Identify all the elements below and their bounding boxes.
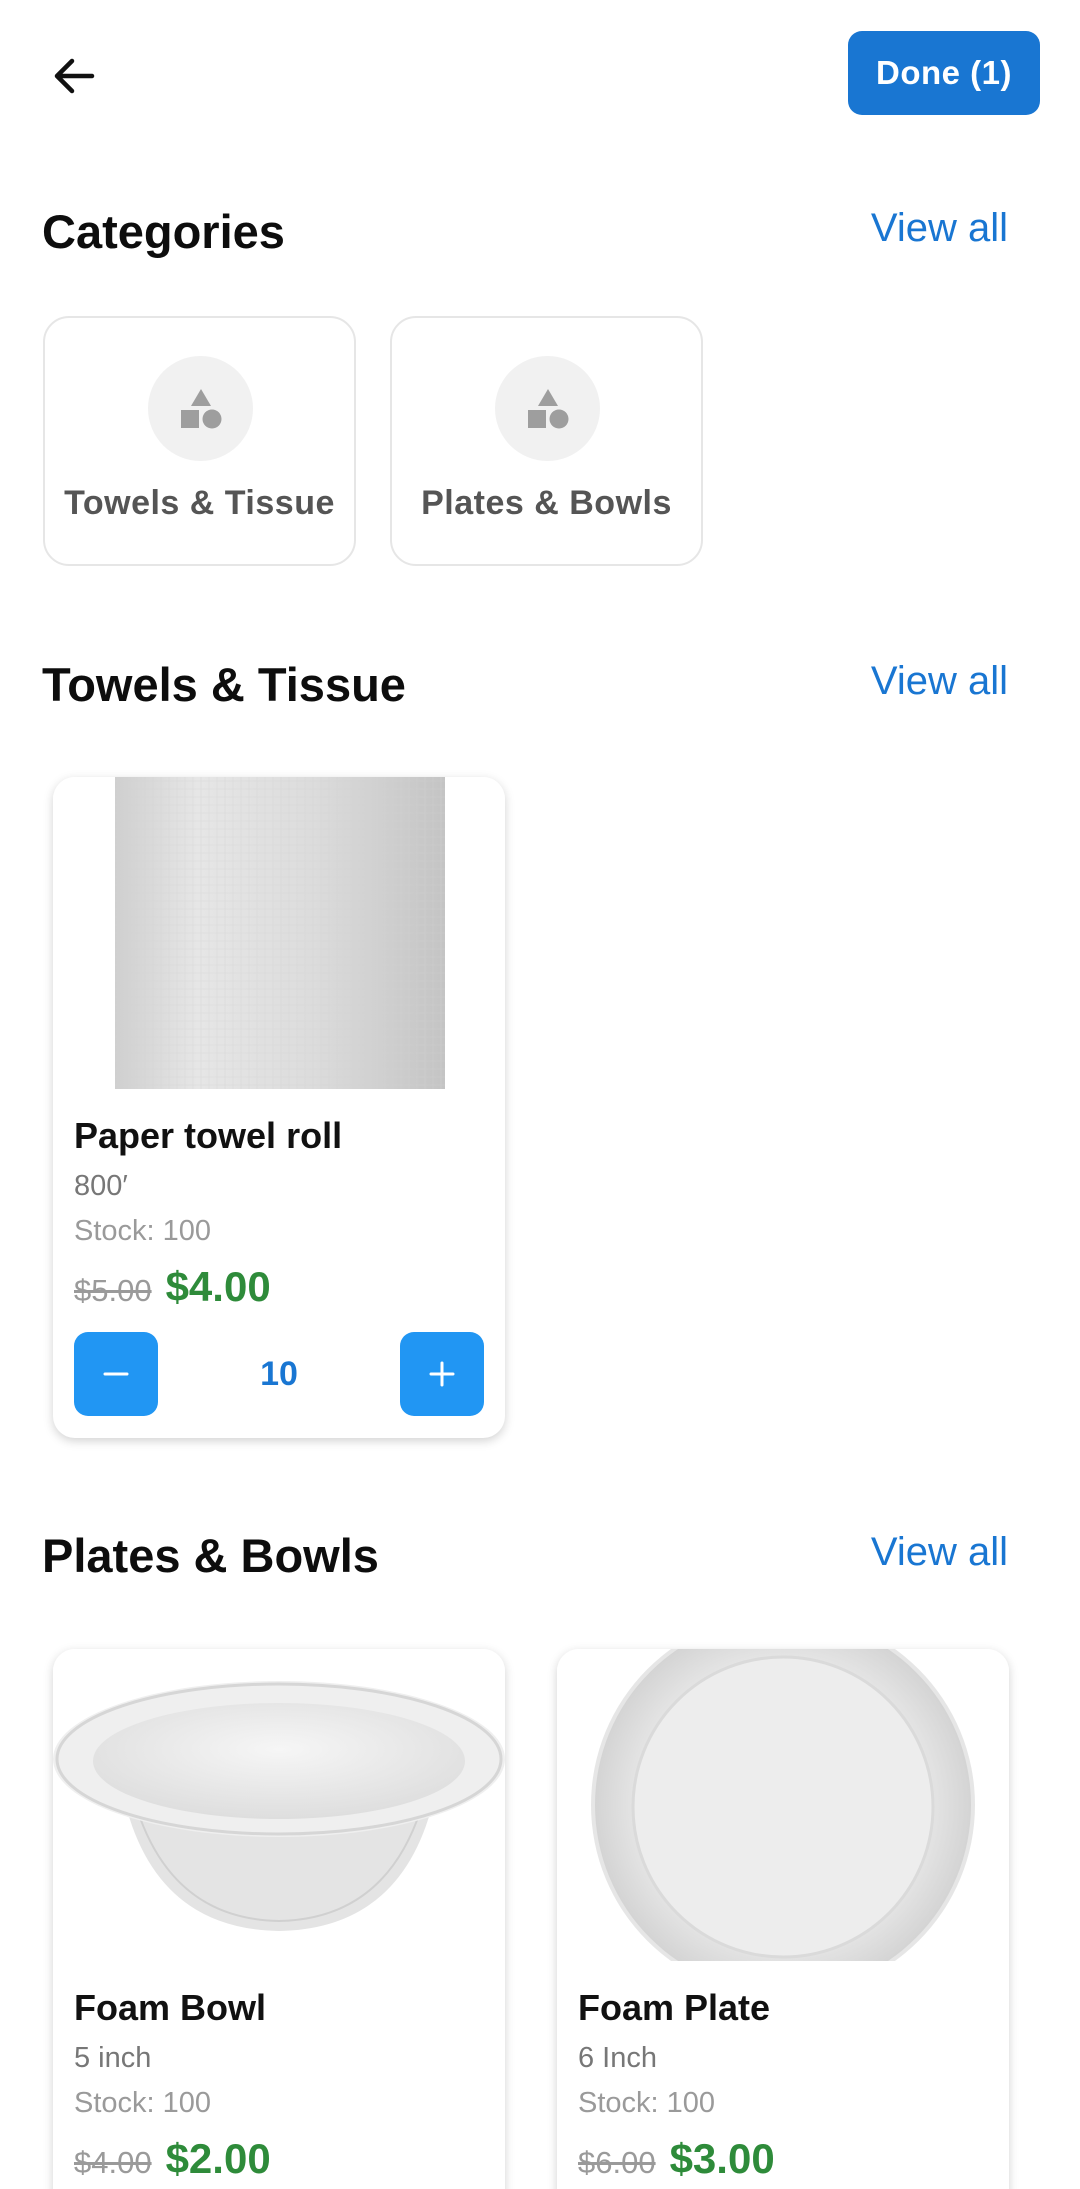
category-label: Towels & Tissue bbox=[64, 484, 335, 522]
minus-icon bbox=[103, 1372, 129, 1376]
decrease-quantity-button[interactable] bbox=[74, 1332, 158, 1416]
price-row: $5.00 $4.00 bbox=[74, 1263, 271, 1311]
plates-view-all-link[interactable]: View all bbox=[871, 1530, 1008, 1575]
sale-price: $4.00 bbox=[165, 1263, 271, 1310]
product-card-paper-towel-roll[interactable]: Paper towel roll 800′ Stock: 100 $5.00 $… bbox=[53, 777, 505, 1438]
product-stock: Stock: 100 bbox=[74, 2087, 212, 2119]
category-card-plates-bowls[interactable]: Plates & Bowls bbox=[390, 316, 703, 566]
sale-price: $3.00 bbox=[669, 2135, 775, 2182]
product-card-foam-bowl[interactable]: Foam Bowl 5 inch Stock: 100 $4.00 $2.00 bbox=[53, 1649, 505, 2189]
quantity-value: 10 bbox=[260, 1354, 298, 1393]
original-price: $4.00 bbox=[74, 2145, 152, 2180]
plus-icon bbox=[429, 1361, 455, 1387]
price-row: $4.00 $2.00 bbox=[74, 2135, 271, 2183]
categories-title: Categories bbox=[42, 205, 285, 258]
category-label: Plates & Bowls bbox=[421, 484, 672, 522]
original-price: $6.00 bbox=[578, 2145, 656, 2180]
product-size: 6 Inch bbox=[578, 2042, 657, 2074]
shapes-icon bbox=[180, 388, 221, 428]
product-size: 800′ bbox=[74, 1170, 128, 1202]
price-row: $6.00 $3.00 bbox=[578, 2135, 775, 2183]
sale-price: $2.00 bbox=[165, 2135, 271, 2182]
paper-towel-roll-image bbox=[53, 777, 505, 1089]
product-name: Foam Plate bbox=[578, 1987, 771, 2028]
quantity-stepper: 10 bbox=[74, 1332, 484, 1416]
back-button[interactable] bbox=[42, 44, 106, 108]
towels-section-title: Towels & Tissue bbox=[42, 658, 406, 711]
category-card-towels-tissue[interactable]: Towels & Tissue bbox=[43, 316, 356, 566]
product-card-foam-plate[interactable]: Foam Plate 6 Inch Stock: 100 $6.00 $3.00 bbox=[557, 1649, 1009, 2189]
done-button[interactable]: Done (1) bbox=[848, 31, 1040, 115]
categories-view-all-link[interactable]: View all bbox=[871, 206, 1008, 251]
arrow-left-icon bbox=[54, 58, 95, 94]
category-icon-circle bbox=[495, 356, 600, 461]
product-name: Foam Bowl bbox=[74, 1987, 267, 2028]
foam-plate-image bbox=[557, 1649, 1009, 1961]
original-price: $5.00 bbox=[74, 1273, 152, 1308]
product-name: Paper towel roll bbox=[74, 1115, 343, 1156]
shapes-icon bbox=[527, 388, 568, 428]
plates-section-title: Plates & Bowls bbox=[42, 1529, 379, 1582]
category-icon-circle bbox=[148, 356, 253, 461]
foam-bowl-image bbox=[53, 1649, 505, 1961]
product-stock: Stock: 100 bbox=[74, 1215, 212, 1247]
top-bar: Done (1) bbox=[0, 0, 1080, 150]
product-stock: Stock: 100 bbox=[578, 2087, 716, 2119]
towels-view-all-link[interactable]: View all bbox=[871, 659, 1008, 704]
increase-quantity-button[interactable] bbox=[400, 1332, 484, 1416]
product-size: 5 inch bbox=[74, 2042, 152, 2074]
